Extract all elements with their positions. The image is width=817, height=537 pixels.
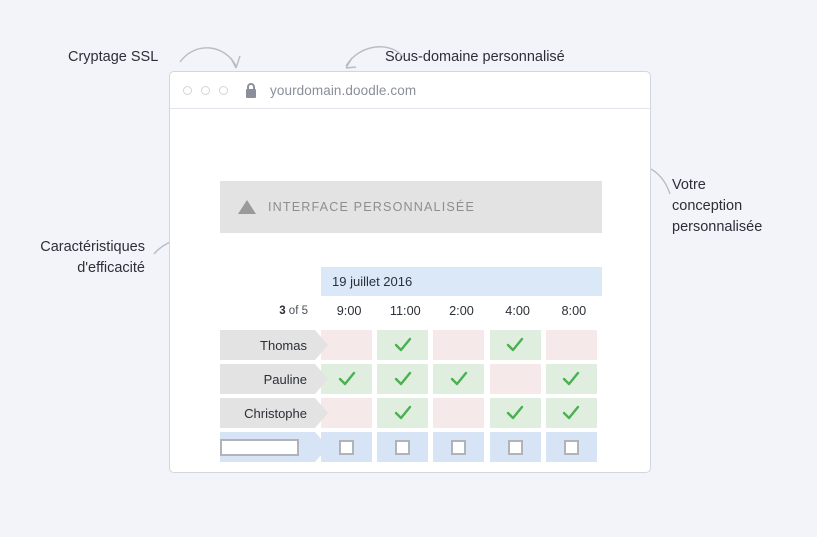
annotation-design: Votre conception personnalisée <box>672 177 763 235</box>
vote-cell-yes <box>545 364 597 394</box>
vote-cell-yes <box>489 330 541 360</box>
vote-cell-yes <box>377 330 429 360</box>
check-icon <box>506 405 524 420</box>
check-icon <box>394 371 411 386</box>
vote-cell[interactable] <box>545 432 597 462</box>
vote-checkbox[interactable] <box>451 439 467 455</box>
time-column-header[interactable]: 9:00 <box>321 304 377 318</box>
vote-cell-yes <box>321 364 372 394</box>
your-name-input[interactable] <box>220 438 299 456</box>
window-controls[interactable] <box>183 85 228 95</box>
vote-cell-no <box>545 330 597 360</box>
participant-tag: Thomas <box>220 330 328 360</box>
check-icon <box>563 371 580 386</box>
vote-cell-yes <box>489 398 541 428</box>
vote-checkbox[interactable] <box>395 439 411 455</box>
browser-window: yourdomain.doodle.com INTERFACE PERSONNA… <box>169 71 651 473</box>
vote-cell-no <box>321 330 372 360</box>
annotation-ssl: Cryptage SSL <box>68 49 159 65</box>
check-icon <box>563 405 580 420</box>
page-content: INTERFACE PERSONNALISÉE 19 juillet 2016 … <box>170 109 650 473</box>
url-text[interactable]: yourdomain.doodle.com <box>270 83 416 98</box>
poll-response-count: 3 of 5 <box>220 305 321 317</box>
vote-checkbox[interactable] <box>507 439 523 455</box>
vote-cell-no <box>433 398 485 428</box>
vote-cells <box>321 330 602 360</box>
vote-cell-yes <box>377 364 429 394</box>
check-icon <box>338 371 355 386</box>
annotation-subdomain: Sous-domaine personnalisé <box>385 49 565 65</box>
page-root: Cryptage SSL Sous-domaine personnalisé C… <box>0 0 817 537</box>
vote-cell[interactable] <box>377 432 429 462</box>
check-icon <box>394 405 411 420</box>
table-row: Thomas <box>220 330 602 360</box>
check-icon <box>506 337 524 352</box>
table-row: Pauline <box>220 364 602 394</box>
time-column-header[interactable]: 8:00 <box>546 304 602 318</box>
window-dot-minimize[interactable] <box>201 85 210 95</box>
vote-cell-yes <box>433 364 485 394</box>
vote-checkbox[interactable] <box>563 439 579 455</box>
poll-date-header: 19 juillet 2016 <box>321 267 602 296</box>
lock-icon <box>246 82 256 98</box>
vote-cell[interactable] <box>321 432 372 462</box>
window-dot-maximize[interactable] <box>219 85 228 95</box>
poll-times-row: 3 of 5 9:00 11:00 2:00 4:00 8:00 <box>220 296 602 326</box>
triangle-up-icon <box>238 200 256 214</box>
participant-name: Christophe <box>244 405 307 421</box>
vote-cell[interactable] <box>433 432 485 462</box>
table-row: Christophe <box>220 398 602 428</box>
poll-response-count-total: of 5 <box>285 305 308 317</box>
check-icon <box>450 371 468 386</box>
vote-cells <box>321 398 602 428</box>
banner-label: INTERFACE PERSONNALISÉE <box>268 200 476 214</box>
annotation-features: Caractéristiques d'efficacité <box>40 239 145 276</box>
participant-name: Thomas <box>260 337 307 353</box>
vote-entry-row <box>220 432 602 462</box>
browser-toolbar: yourdomain.doodle.com <box>170 72 650 109</box>
vote-checkbox-cells <box>321 432 602 462</box>
your-name-tag <box>220 432 328 462</box>
participant-tag: Christophe <box>220 398 328 428</box>
time-column-header[interactable]: 2:00 <box>433 304 489 318</box>
vote-cell-no <box>321 398 372 428</box>
poll-date-label: 19 juillet 2016 <box>332 274 413 289</box>
time-column-header[interactable]: 11:00 <box>377 304 433 318</box>
window-dot-close[interactable] <box>183 85 192 95</box>
participant-name: Pauline <box>263 371 307 387</box>
participant-tag: Pauline <box>220 364 328 394</box>
vote-cell-yes <box>545 398 597 428</box>
vote-cell-no <box>489 364 541 394</box>
vote-checkbox[interactable] <box>339 439 354 455</box>
time-column-header[interactable]: 4:00 <box>490 304 546 318</box>
check-icon <box>394 337 411 352</box>
vote-cell-no <box>433 330 485 360</box>
vote-cells <box>321 364 602 394</box>
vote-cell[interactable] <box>489 432 541 462</box>
vote-cell-yes <box>377 398 429 428</box>
custom-interface-banner: INTERFACE PERSONNALISÉE <box>220 181 602 233</box>
